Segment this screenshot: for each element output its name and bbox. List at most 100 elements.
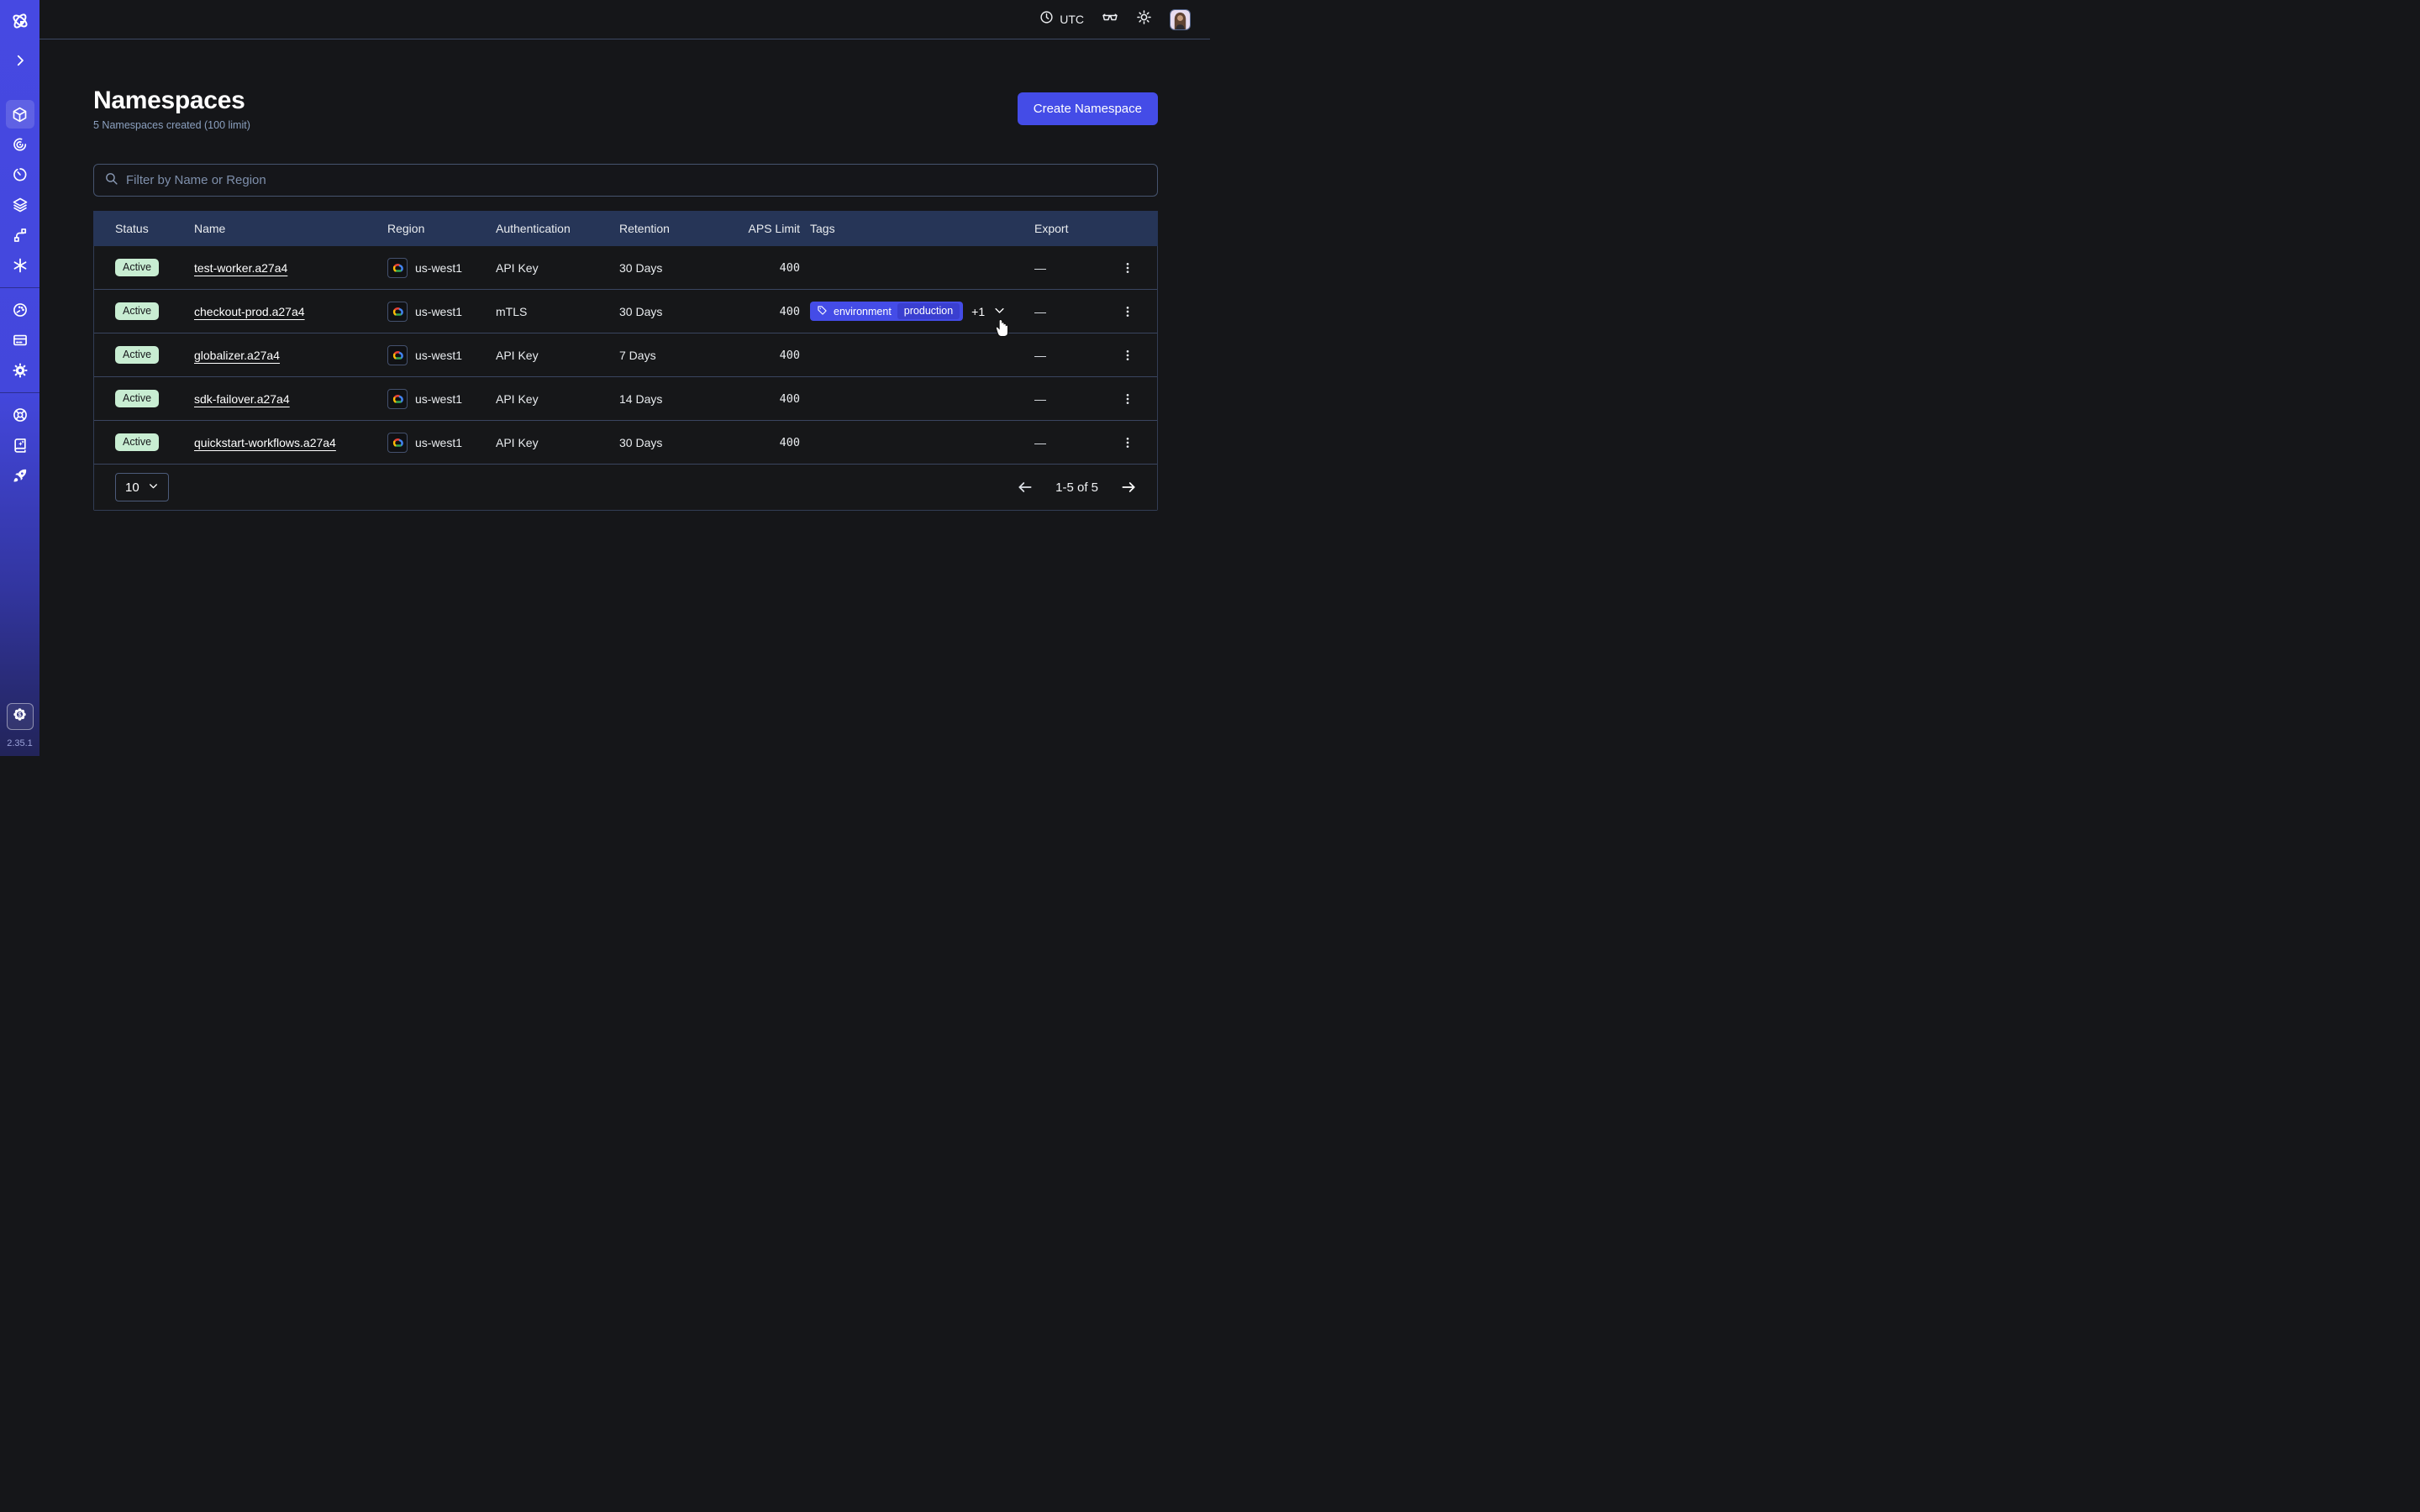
col-tags: Tags xyxy=(800,222,1034,235)
cube-icon xyxy=(11,106,29,123)
sidebar-item-batch[interactable] xyxy=(6,191,34,219)
sun-icon xyxy=(1136,9,1152,29)
status-badge: Active xyxy=(115,433,159,451)
chevron-right-icon xyxy=(13,53,28,68)
sidebar-item-settings[interactable] xyxy=(6,356,34,385)
col-name: Name xyxy=(194,222,387,235)
row-menu-button[interactable] xyxy=(1115,386,1140,412)
page-title: Namespaces xyxy=(93,87,250,115)
sidebar-item-workflows[interactable] xyxy=(6,130,34,159)
chevron-down-icon xyxy=(148,480,159,495)
sidebar-item-billing[interactable] xyxy=(6,326,34,354)
next-page-button[interactable] xyxy=(1120,479,1137,496)
gear-icon xyxy=(12,362,29,379)
aps-value: 400 xyxy=(716,305,800,318)
retention-value: 30 Days xyxy=(619,261,716,275)
row-menu-button[interactable] xyxy=(1115,299,1140,324)
gauge-icon xyxy=(12,302,29,318)
topbar: UTC xyxy=(39,0,1210,39)
retention-value: 30 Days xyxy=(619,436,716,449)
gcp-region-icon xyxy=(387,345,408,365)
row-menu-button[interactable] xyxy=(1115,255,1140,281)
table-row: Active quickstart-workflows.a27a4 us-wes… xyxy=(94,421,1157,465)
sidebar-divider xyxy=(0,287,39,288)
tag-pill[interactable]: environment production xyxy=(810,302,963,321)
sidebar-expand-button[interactable] xyxy=(6,46,34,75)
sidebar-item-usage[interactable] xyxy=(6,296,34,324)
status-badge: Active xyxy=(115,346,159,364)
aps-value: 400 xyxy=(716,436,800,449)
auth-value: API Key xyxy=(496,261,619,275)
tag-value: production xyxy=(897,303,960,319)
retention-value: 14 Days xyxy=(619,392,716,406)
sidebar-item-nexus[interactable] xyxy=(6,251,34,280)
sidebar-item-schedules[interactable] xyxy=(6,160,34,189)
region-label: us-west1 xyxy=(415,305,462,318)
tags-expand-chevron-icon[interactable] xyxy=(993,304,1006,319)
row-menu-button[interactable] xyxy=(1115,343,1140,368)
col-export: Export xyxy=(1034,222,1103,235)
create-namespace-button[interactable]: Create Namespace xyxy=(1018,92,1158,125)
sidebar-logo[interactable] xyxy=(6,7,34,35)
search-icon xyxy=(104,171,118,190)
app-version: 2.35.1 xyxy=(7,738,33,748)
sidebar-item-support[interactable] xyxy=(6,401,34,429)
namespace-link[interactable]: sdk-failover.a27a4 xyxy=(194,392,290,406)
status-badge: Active xyxy=(115,390,159,407)
export-value: — xyxy=(1034,305,1103,318)
export-value: — xyxy=(1034,349,1103,362)
timezone-selector[interactable]: UTC xyxy=(1039,10,1084,29)
filter-input[interactable] xyxy=(126,173,1147,187)
table-row: Active sdk-failover.a27a4 us-west1 API K… xyxy=(94,377,1157,421)
namespace-link[interactable]: quickstart-workflows.a27a4 xyxy=(194,436,336,449)
table-row: Active checkout-prod.a27a4 us-west1 mTLS xyxy=(94,290,1157,333)
region-label: us-west1 xyxy=(415,392,462,406)
lifebuoy-icon xyxy=(12,407,29,423)
sidebar-item-deployments[interactable] xyxy=(6,221,34,249)
layers-icon xyxy=(12,197,29,213)
branch-icon xyxy=(12,227,29,244)
gcp-region-icon xyxy=(387,302,408,322)
col-status: Status xyxy=(115,222,194,235)
status-badge: Active xyxy=(115,302,159,320)
row-menu-button[interactable] xyxy=(1115,430,1140,455)
aps-value: 400 xyxy=(716,261,800,275)
table-row: Active test-worker.a27a4 us-west1 API Ke… xyxy=(94,246,1157,290)
asterisk-icon xyxy=(12,257,29,274)
region-label: us-west1 xyxy=(415,349,462,362)
spiral-eye-icon xyxy=(12,136,29,153)
sidebar-item-getting-started[interactable] xyxy=(6,461,34,490)
retention-value: 30 Days xyxy=(619,305,716,318)
tag-icon xyxy=(817,305,828,318)
tag-more-count: +1 xyxy=(971,305,985,318)
col-region: Region xyxy=(387,222,496,235)
table-header: Status Name Region Authentication Retent… xyxy=(93,211,1158,246)
page-size-value: 10 xyxy=(125,480,139,495)
auth-value: API Key xyxy=(496,349,619,362)
sidebar-divider xyxy=(0,392,39,393)
timer-icon xyxy=(12,166,29,183)
gcp-region-icon xyxy=(387,258,408,278)
user-avatar[interactable] xyxy=(1170,9,1191,30)
col-retention: Retention xyxy=(619,222,716,235)
labs-toggle[interactable] xyxy=(1102,9,1118,30)
page-size-select[interactable]: 10 xyxy=(115,473,169,501)
table-footer: 10 1-5 of 5 xyxy=(94,465,1157,510)
gcp-region-icon xyxy=(387,389,408,409)
export-value: — xyxy=(1034,436,1103,449)
book-sparkle-icon xyxy=(12,437,29,454)
credit-card-icon xyxy=(12,332,29,349)
credits-button[interactable]: $ xyxy=(7,703,34,730)
prev-page-button[interactable] xyxy=(1017,479,1034,496)
aps-value: 400 xyxy=(716,349,800,362)
col-aps-limit: APS Limit xyxy=(716,222,800,235)
namespace-link[interactable]: globalizer.a27a4 xyxy=(194,349,280,362)
sidebar-item-namespaces[interactable] xyxy=(6,100,34,129)
sidebar-item-docs[interactable] xyxy=(6,431,34,459)
namespace-link[interactable]: checkout-prod.a27a4 xyxy=(194,305,305,318)
namespace-link[interactable]: test-worker.a27a4 xyxy=(194,261,287,275)
theme-toggle[interactable] xyxy=(1136,9,1152,29)
auth-value: API Key xyxy=(496,392,619,406)
temporal-logo-icon xyxy=(10,11,30,31)
export-value: — xyxy=(1034,261,1103,275)
